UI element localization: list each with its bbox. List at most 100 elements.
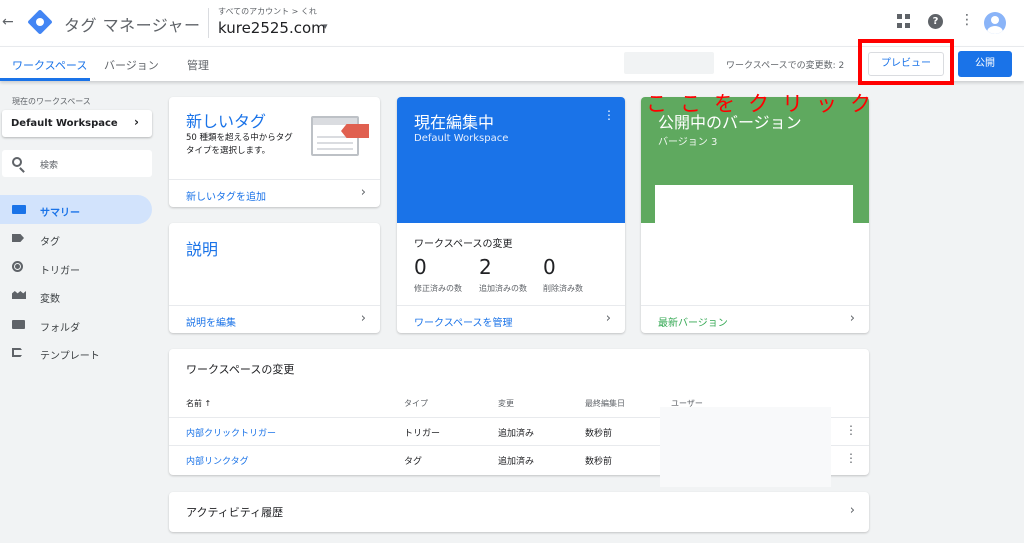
app-header: ← タグ マネージャー すべてのアカウント > くれ kure2525.com …: [0, 0, 1024, 46]
modified-stat: 0 修正済みの数: [414, 255, 462, 293]
search-placeholder: 検索: [40, 161, 59, 171]
chevron-down-icon[interactable]: ▾: [323, 22, 328, 32]
description-title: 説明: [186, 240, 219, 259]
more-vert-icon[interactable]: ⋮: [960, 13, 974, 27]
more-vert-icon[interactable]: ⋮: [845, 424, 857, 436]
chevron-right-icon: ›: [605, 311, 611, 326]
row-type: トリガー: [404, 429, 441, 439]
avatar[interactable]: [984, 12, 1006, 34]
column-header-last-edited[interactable]: 最終編集日: [585, 398, 625, 409]
chevron-right-icon: ›: [134, 115, 139, 129]
sidebar-item-templates[interactable]: テンプレート: [0, 338, 152, 367]
row-name[interactable]: 内部クリックトリガー: [186, 426, 276, 439]
click-here-annotation: ここをクリック: [646, 92, 884, 116]
app-title: タグ マネージャー: [64, 16, 201, 35]
column-header-name[interactable]: 名前 ↑: [186, 398, 211, 409]
variables-icon: [12, 291, 26, 299]
sidebar-item-label: フォルダ: [40, 323, 80, 334]
deleted-stat: 0 削除済み数: [543, 255, 583, 293]
current-workspace-card: 現在編集中 Default Workspace ⋮ ワークスペースの変更 0 修…: [397, 97, 625, 333]
workspace-selector[interactable]: Default Workspace ›: [2, 110, 152, 137]
redacted-area: [624, 52, 714, 74]
workspace-name: Default Workspace: [11, 118, 118, 129]
row-type: タグ: [404, 457, 423, 467]
activity-history-title: アクティビティ履歴: [186, 506, 284, 519]
new-tag-description: 50 種類を超える中からタグタイプを選択します。: [186, 133, 293, 156]
latest-version-link[interactable]: 最新バージョン: [658, 314, 728, 329]
tab-versions[interactable]: バージョン: [104, 57, 159, 73]
sidebar-item-label: サマリー: [40, 208, 80, 219]
chevron-right-icon: ›: [360, 311, 366, 326]
current-workspace-label: 現在のワークスペース: [12, 97, 91, 106]
sidebar-item-folders[interactable]: フォルダ: [0, 310, 152, 339]
preview-button[interactable]: プレビュー: [868, 52, 944, 76]
tab-workspace[interactable]: ワークスペース: [12, 57, 87, 73]
latest-version-footer[interactable]: 最新バージョン ›: [641, 305, 869, 333]
sidebar-item-variables[interactable]: 変数: [0, 281, 152, 310]
current-editing-workspace: Default Workspace: [414, 133, 509, 144]
live-version-card: 公開中のバージョン バージョン 3 最新バージョン ›: [641, 97, 869, 333]
row-name[interactable]: 内部リンクタグ: [186, 454, 249, 467]
tag-manager-logo-icon: [27, 9, 53, 35]
account-breadcrumb[interactable]: すべてのアカウント > くれ: [218, 6, 317, 17]
sidebar-item-label: 変数: [40, 294, 60, 305]
help-icon[interactable]: ?: [928, 14, 943, 29]
chevron-right-icon: ›: [849, 503, 855, 518]
workspace-changes-count: ワークスペースでの変更数: 2: [726, 61, 845, 71]
folder-icon: [12, 320, 25, 329]
edit-description-link[interactable]: 説明を編集: [186, 314, 236, 329]
sidebar-item-label: テンプレート: [40, 351, 100, 362]
manage-workspaces-link[interactable]: ワークスペースを管理: [414, 314, 513, 329]
column-header-change[interactable]: 変更: [498, 398, 514, 409]
deleted-count: 0: [543, 255, 556, 279]
active-tab-indicator: [0, 78, 90, 81]
sidebar-item-label: タグ: [40, 237, 60, 248]
search-icon: [12, 157, 22, 167]
table-title: ワークスペースの変更: [186, 363, 295, 376]
publish-button[interactable]: 公開: [958, 51, 1012, 77]
row-change: 追加済み: [498, 429, 535, 439]
tag-icon: [12, 234, 24, 242]
apps-grid-icon[interactable]: [897, 14, 911, 28]
header-divider: [208, 8, 209, 38]
added-count: 2: [479, 255, 492, 279]
added-stat: 2 追加済みの数: [479, 255, 527, 293]
sidebar-item-tags[interactable]: タグ: [0, 224, 152, 253]
current-workspace-header: 現在編集中 Default Workspace ⋮: [397, 97, 625, 223]
tag-illustration-label-icon: [341, 124, 369, 138]
chevron-right-icon: ›: [360, 185, 366, 200]
sidebar-item-label: トリガー: [40, 266, 80, 277]
column-header-type[interactable]: タイプ: [404, 398, 428, 409]
deleted-label: 削除済み数: [543, 284, 583, 293]
summary-icon: [12, 205, 26, 214]
live-version-number: バージョン 3: [658, 137, 718, 148]
workspace-changes-heading: ワークスペースの変更: [414, 239, 513, 250]
more-vert-icon[interactable]: ⋮: [603, 109, 615, 121]
template-icon: [12, 348, 24, 357]
search-input[interactable]: 検索: [2, 150, 152, 177]
new-tag-title: 新しいタグ: [186, 112, 267, 131]
add-new-tag-link[interactable]: 新しいタグを追加: [186, 188, 266, 203]
container-selector[interactable]: kure2525.com: [218, 19, 326, 37]
sidebar-item-summary[interactable]: サマリー: [0, 195, 152, 224]
redacted-area: [660, 407, 831, 487]
description-card: 説明 説明を編集 ›: [169, 223, 380, 333]
chevron-right-icon: ›: [849, 311, 855, 326]
back-arrow-icon[interactable]: ←: [2, 14, 14, 30]
modified-label: 修正済みの数: [414, 284, 462, 293]
new-tag-card[interactable]: 新しいタグ 50 種類を超える中からタグタイプを選択します。 新しいタグを追加 …: [169, 97, 380, 207]
row-edited: 数秒前: [585, 429, 613, 439]
trigger-icon: [12, 261, 23, 272]
description-footer[interactable]: 説明を編集 ›: [169, 305, 380, 333]
activity-history-card[interactable]: アクティビティ履歴 ›: [169, 492, 869, 532]
new-tag-footer[interactable]: 新しいタグを追加 ›: [169, 179, 380, 207]
sidebar-item-triggers[interactable]: トリガー: [0, 253, 152, 282]
row-change: 追加済み: [498, 457, 535, 467]
more-vert-icon[interactable]: ⋮: [845, 452, 857, 464]
manage-workspaces-footer[interactable]: ワークスペースを管理 ›: [397, 305, 625, 333]
added-label: 追加済みの数: [479, 284, 527, 293]
redacted-area: [655, 185, 853, 293]
current-editing-title: 現在編集中: [414, 113, 495, 132]
row-edited: 数秒前: [585, 457, 613, 467]
tab-admin[interactable]: 管理: [187, 57, 209, 73]
